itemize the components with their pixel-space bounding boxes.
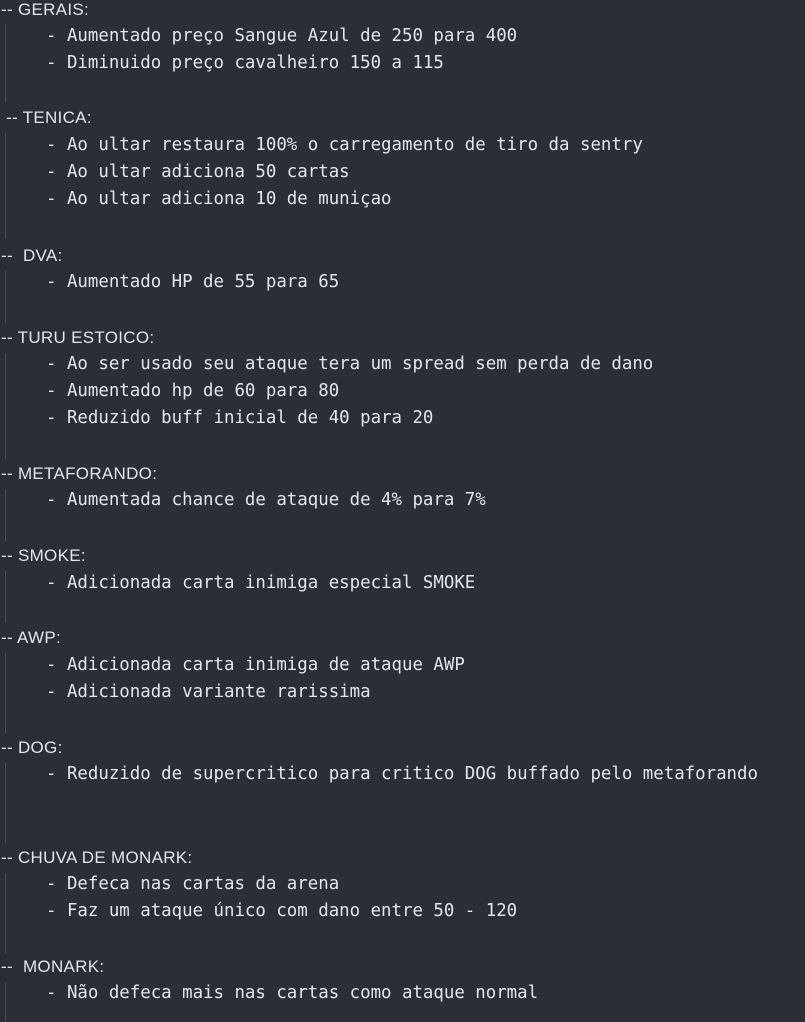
list-item: - Aumentada chance de ataque de 4% para … [46,490,486,510]
list-item: - Ao ultar restaura 100% o carregamento … [46,135,643,155]
indent-guide [5,571,6,623]
list-item: - Ao ultar adiciona 10 de muniçao [46,189,392,209]
indent-guide [5,133,6,239]
list-item: - Reduzido buff inicial de 40 para 20 [46,408,434,428]
section-heading-smoke: -- SMOKE: [1,546,86,565]
list-item: - Adicionada carta inimiga de ataque AWP [46,655,465,675]
indent-guide [5,983,6,1022]
indent-guide [5,763,6,843]
section-heading-chuva-de-monark: -- CHUVA DE MONARK: [1,848,193,867]
list-item: - Aumentado hp de 60 para 80 [46,381,340,401]
section-heading-tenica: -- TENICA: [1,108,92,127]
list-item: - Reduzido de supercritico para critico … [46,764,758,784]
list-item: - Defeca nas cartas da arena [46,874,340,894]
section-heading-metaforando: -- METAFORANDO: [1,464,158,483]
patch-notes-document: -- GERAIS: - Aumentado preço Sangue Azul… [0,0,805,1022]
indent-guide [5,489,6,541]
section-heading-turu-estoico: -- TURU ESTOICO: [1,328,155,347]
section-heading-dva: -- DVA: [1,246,63,265]
section-heading-monark: -- MONARK: [1,957,105,976]
indent-guide [5,271,6,323]
indent-guide [5,24,6,102]
section-heading-gerais: -- GERAIS: [1,0,90,19]
indent-guide [5,653,6,733]
list-item: - Não defeca mais nas cartas como ataque… [46,983,539,1003]
list-item: - Ao ultar adiciona 50 cartas [46,162,350,182]
list-item: - Aumentado HP de 55 para 65 [46,272,340,292]
list-item: - Faz um ataque único com dano entre 50 … [46,901,518,921]
list-item: - Adicionada carta inimiga especial SMOK… [46,573,476,593]
section-heading-awp: -- AWP: [1,628,62,647]
indent-guide [5,353,6,459]
list-item: - Ao ser usado seu ataque tera um spread… [46,354,654,374]
list-item: - Aumentado preço Sangue Azul de 250 par… [46,26,518,46]
section-heading-dog: -- DOG: [1,738,63,757]
indent-guide [5,873,6,953]
list-item: - Adicionada variante rarissima [46,682,371,702]
list-item: - Diminuido preço cavalheiro 150 a 115 [46,53,444,73]
